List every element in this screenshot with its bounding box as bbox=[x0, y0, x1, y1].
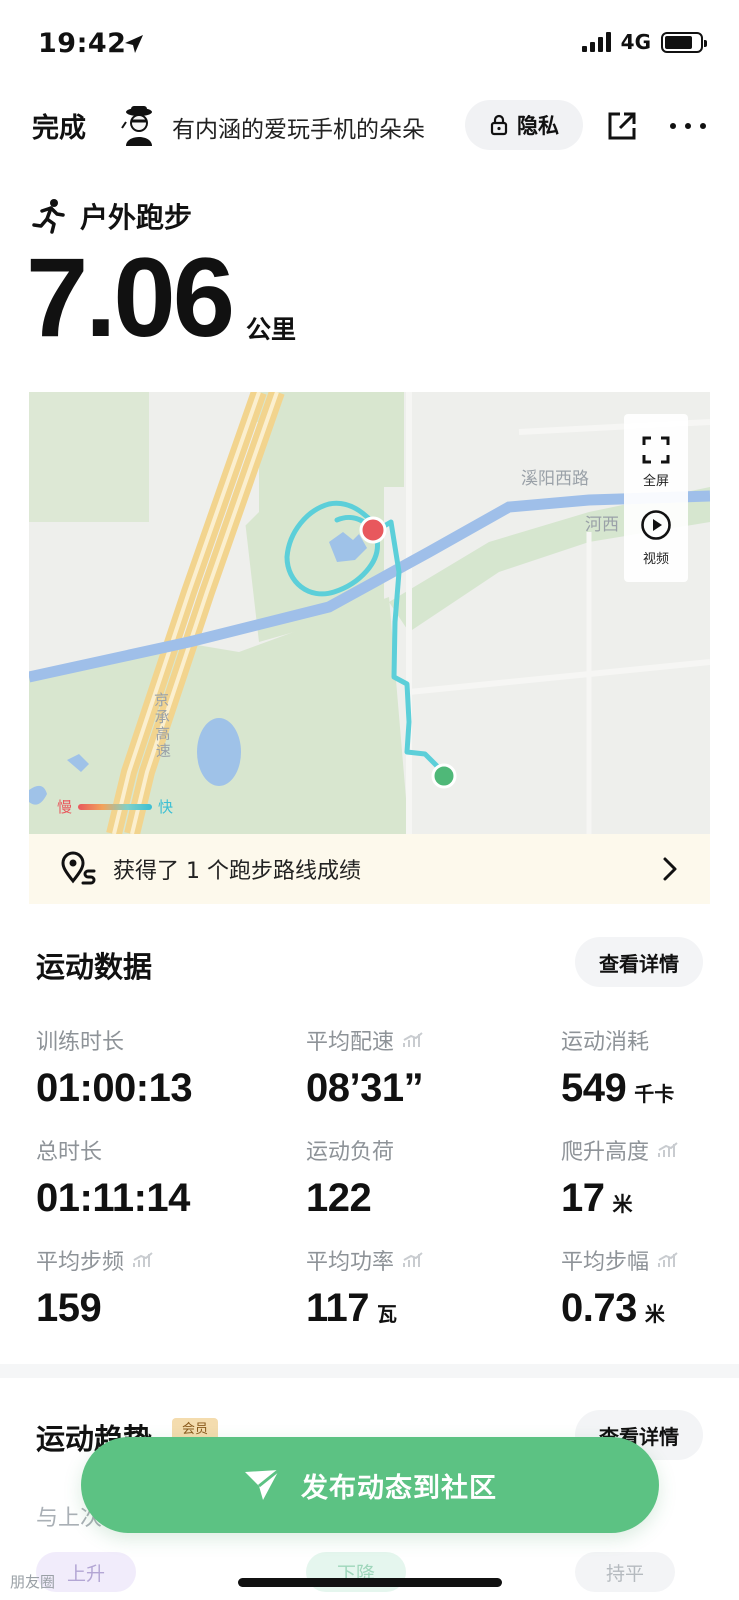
stat-label: 运动消耗 bbox=[561, 1030, 650, 1055]
fullscreen-icon[interactable] bbox=[642, 436, 670, 464]
stat-value: 117 bbox=[306, 1286, 370, 1330]
map-controls: 全屏 视频 bbox=[624, 414, 688, 582]
privacy-label: 隐私 bbox=[517, 114, 559, 138]
privacy-button[interactable]: 隐私 bbox=[465, 100, 583, 150]
home-indicator bbox=[238, 1578, 502, 1587]
stat-label: 平均步幅 bbox=[561, 1250, 650, 1275]
distance-value: 7.06 bbox=[26, 235, 235, 360]
map-canvas bbox=[29, 392, 710, 834]
stat-value: 17 bbox=[561, 1176, 605, 1220]
stat-label: 平均配速 bbox=[306, 1030, 395, 1055]
speed-legend: 慢 快 bbox=[57, 796, 173, 817]
road-label-xiyang: 溪阳西路 bbox=[521, 469, 589, 489]
stat-value: 01:11:14 bbox=[36, 1176, 190, 1220]
stat-unit: 千卡 bbox=[634, 1082, 675, 1106]
stat-calories: 运动消耗 549 千卡 bbox=[561, 1024, 739, 1111]
status-indicators: 4G bbox=[581, 30, 707, 54]
highway-label: 京承高速 bbox=[153, 690, 172, 761]
stat-value: 01:00:13 bbox=[36, 1066, 193, 1110]
more-icon[interactable] bbox=[670, 110, 706, 142]
stat-value: 159 bbox=[36, 1286, 102, 1330]
stat-label: 训练时长 bbox=[36, 1030, 125, 1055]
route-pin-icon bbox=[61, 851, 96, 885]
status-time: 19:42 bbox=[38, 28, 127, 59]
stat-label: 平均步频 bbox=[36, 1250, 125, 1275]
top-bar: 完成 有内涵的爱玩手机的朵朵 隐私 bbox=[0, 94, 739, 160]
stat-label: 运动负荷 bbox=[306, 1140, 395, 1165]
stat-label: 总时长 bbox=[36, 1140, 103, 1165]
activity-type-label: 户外跑步 bbox=[80, 201, 193, 234]
legend-gradient bbox=[78, 803, 153, 810]
chevron-right-icon bbox=[663, 857, 677, 881]
battery-icon bbox=[661, 31, 707, 53]
signal-icon bbox=[581, 32, 611, 52]
stat-unit: 瓦 bbox=[377, 1302, 398, 1326]
stat-unit: 米 bbox=[612, 1192, 633, 1216]
status-bar: 19:42 4G bbox=[0, 0, 739, 86]
stat-average-pace[interactable]: 平均配速 08’31” bbox=[306, 1024, 516, 1111]
stat-average-stride[interactable]: 平均步幅 0.73 米 bbox=[561, 1244, 739, 1331]
sport-data-title: 运动数据 bbox=[36, 950, 153, 984]
distance: 7.06 公里 bbox=[26, 235, 296, 360]
trend-chip-flat[interactable]: 持平 bbox=[575, 1552, 675, 1592]
road-label-hexi: 河西 bbox=[585, 515, 619, 535]
username: 有内涵的爱玩手机的朵朵 bbox=[172, 117, 425, 143]
publish-to-community-button[interactable]: 发布动态到社区 bbox=[81, 1437, 659, 1533]
achievement-banner[interactable]: 获得了 1 个跑步路线成绩 bbox=[29, 834, 710, 904]
avatar[interactable] bbox=[118, 104, 158, 146]
publish-label: 发布动态到社区 bbox=[301, 1472, 497, 1504]
stat-average-cadence[interactable]: 平均步频 159 bbox=[36, 1244, 246, 1331]
legend-slow-label: 慢 bbox=[57, 798, 73, 816]
stat-value: 549 bbox=[561, 1066, 627, 1110]
chip-flat-label: 持平 bbox=[605, 1562, 644, 1585]
stat-label: 爬升高度 bbox=[561, 1140, 650, 1165]
location-arrow-icon bbox=[125, 35, 143, 53]
trend-chart-icon bbox=[133, 1252, 153, 1267]
stat-value: 0.73 bbox=[561, 1286, 637, 1330]
watermark: 朋友圈 bbox=[10, 1573, 56, 1591]
trend-chart-icon bbox=[403, 1032, 423, 1047]
lock-icon bbox=[490, 114, 508, 136]
distance-unit: 公里 bbox=[245, 315, 296, 344]
sport-data-detail-button[interactable]: 查看详情 bbox=[575, 937, 703, 987]
trend-chart-icon bbox=[403, 1252, 423, 1267]
trend-chart-icon bbox=[658, 1142, 678, 1157]
stat-value: 08’31” bbox=[306, 1066, 424, 1110]
video-label[interactable]: 视频 bbox=[624, 548, 688, 567]
stat-total-duration: 总时长 01:11:14 bbox=[36, 1134, 246, 1221]
stat-value: 122 bbox=[306, 1176, 372, 1220]
share-icon[interactable] bbox=[606, 110, 638, 142]
stat-unit: 米 bbox=[644, 1302, 665, 1326]
network-label: 4G bbox=[620, 30, 651, 54]
activity-type: 户外跑步 bbox=[32, 196, 192, 236]
running-icon bbox=[32, 199, 65, 234]
stat-label: 平均功率 bbox=[306, 1250, 395, 1275]
fullscreen-label[interactable]: 全屏 bbox=[624, 470, 688, 489]
trend-chart-icon bbox=[658, 1252, 678, 1267]
done-button[interactable]: 完成 bbox=[32, 106, 86, 145]
section-divider bbox=[0, 1364, 739, 1378]
route-map[interactable]: 溪阳西路 河西 京承高速 全屏 视频 慢 快 bbox=[29, 392, 710, 834]
chip-up-label: 上升 bbox=[66, 1562, 105, 1585]
legend-fast-label: 快 bbox=[158, 798, 174, 816]
stat-training-load: 运动负荷 122 bbox=[306, 1134, 516, 1221]
achievement-text: 获得了 1 个跑步路线成绩 bbox=[113, 859, 361, 884]
stat-elevation-gain[interactable]: 爬升高度 17 米 bbox=[561, 1134, 739, 1221]
send-icon bbox=[245, 1468, 280, 1500]
play-video-icon[interactable] bbox=[640, 509, 672, 541]
stat-training-duration: 训练时长 01:00:13 bbox=[36, 1024, 246, 1111]
stat-average-power[interactable]: 平均功率 117 瓦 bbox=[306, 1244, 516, 1331]
